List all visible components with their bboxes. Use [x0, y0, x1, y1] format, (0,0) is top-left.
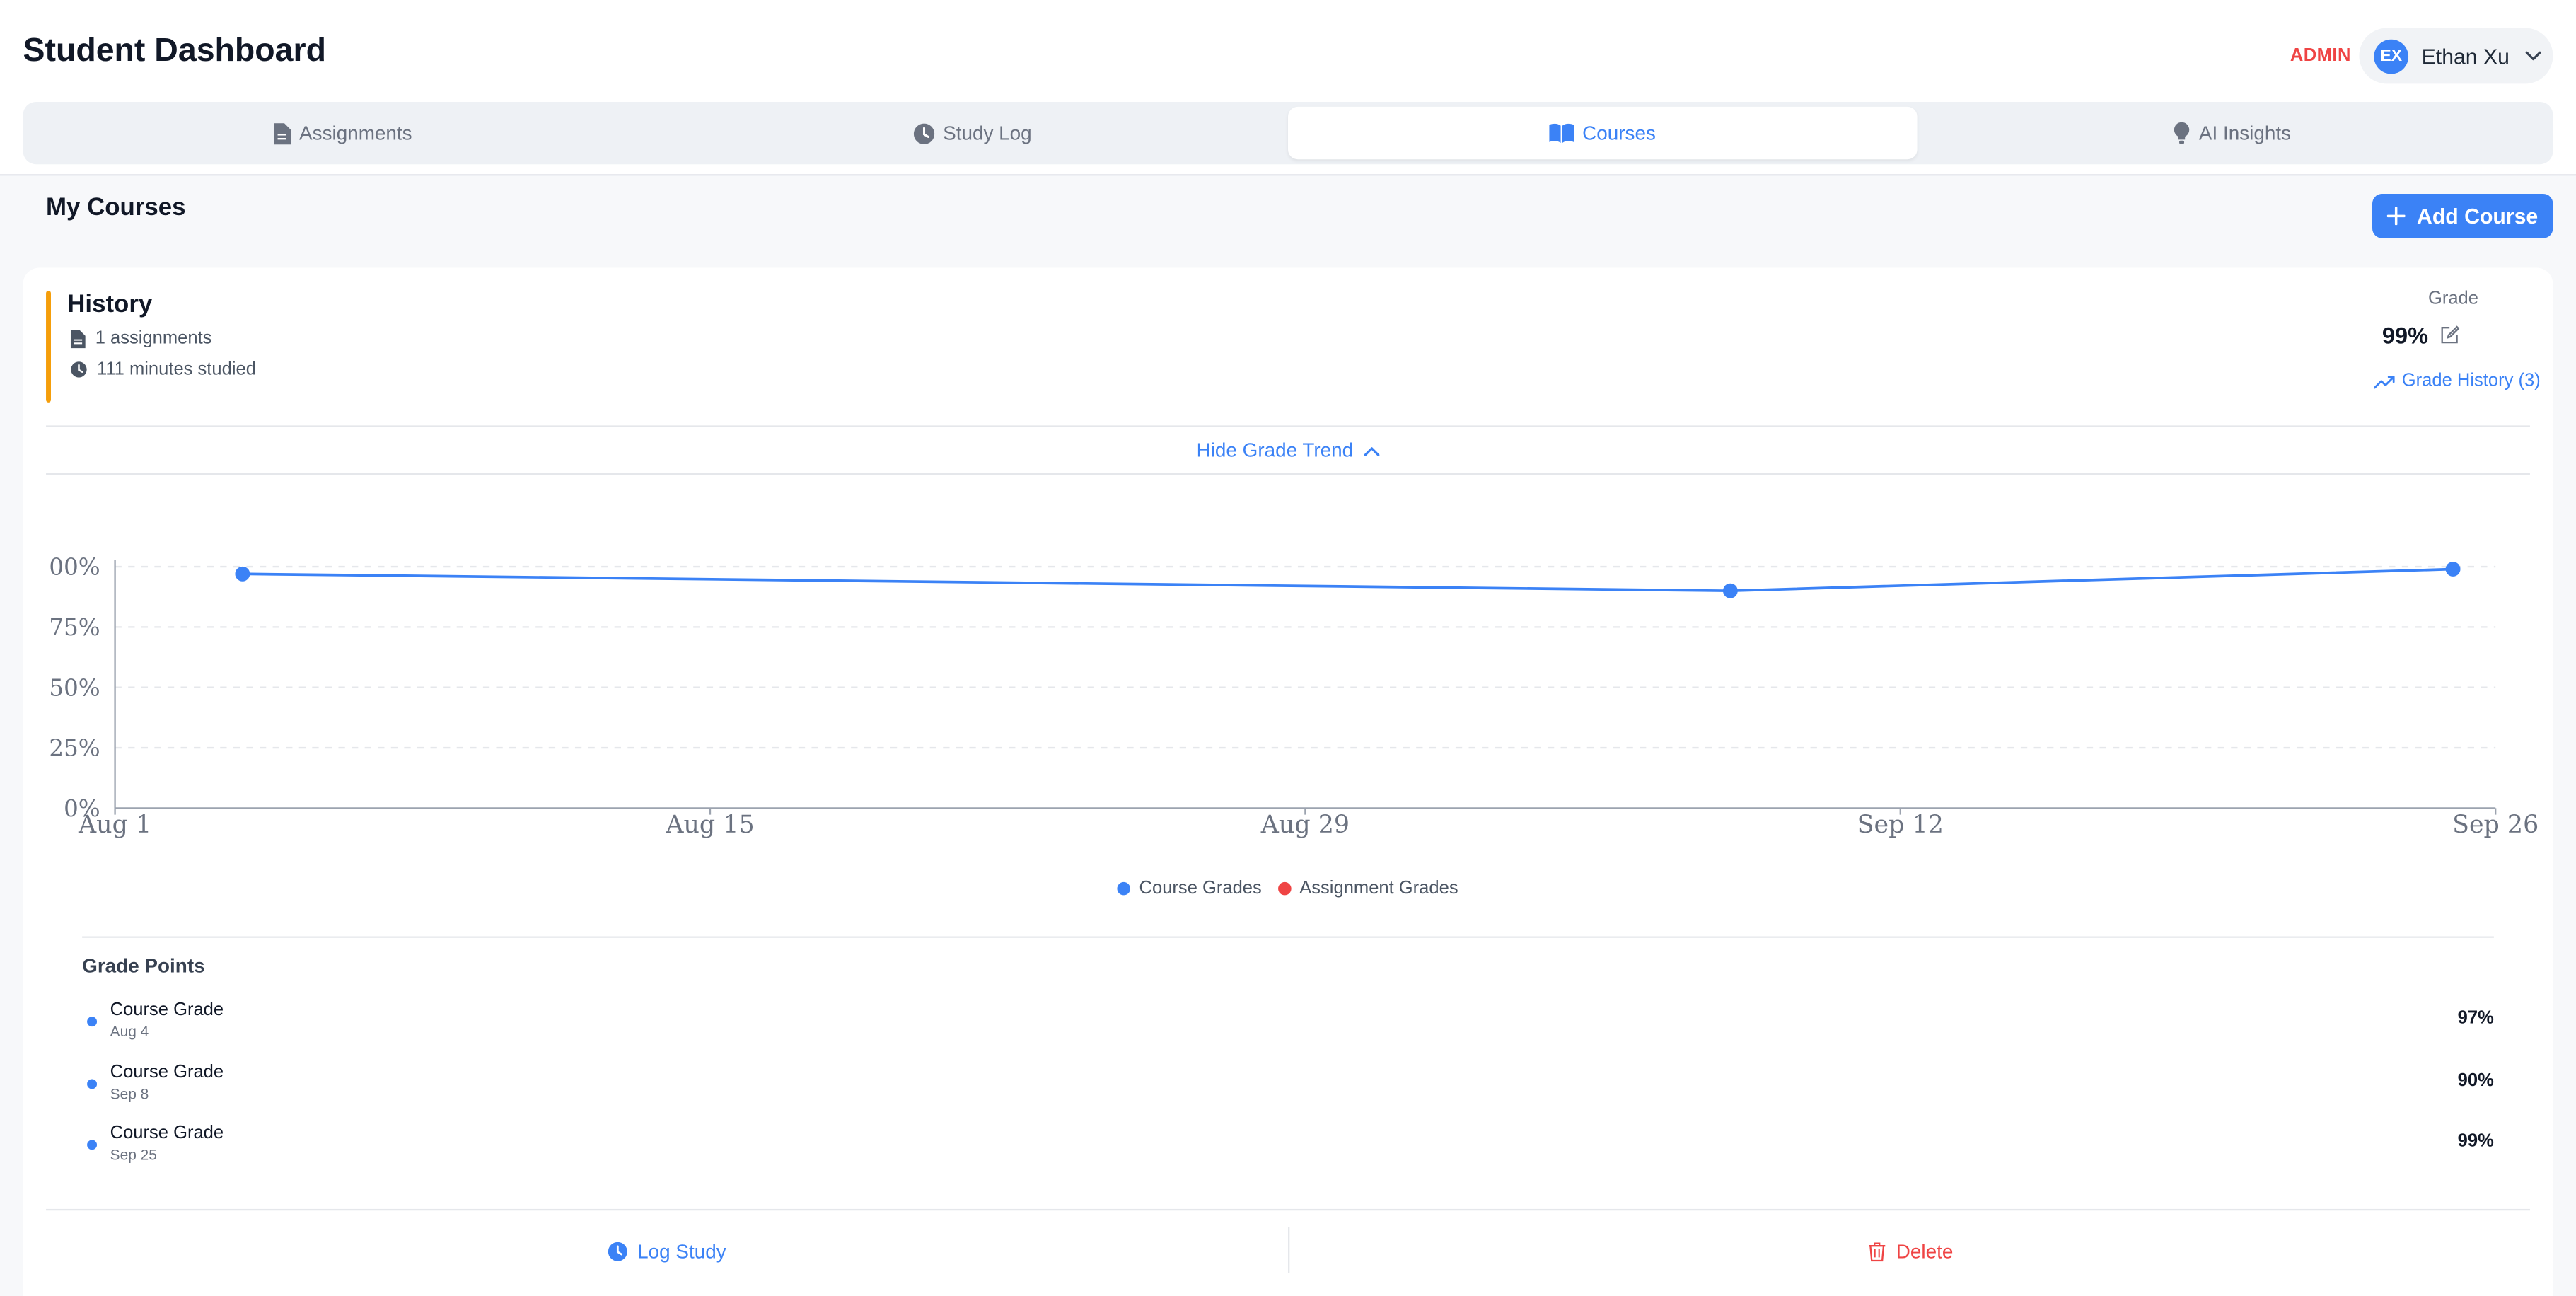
tab-courses[interactable]: Courses — [1287, 106, 1918, 160]
delete-label: Delete — [1896, 1240, 1954, 1263]
tab-label: Study Log — [943, 121, 1032, 145]
chart-legend: Course Grades Assignment Grades — [23, 879, 2553, 898]
user-menu-button[interactable]: EX Ethan Xu — [2359, 28, 2553, 84]
admin-badge: ADMIN — [2290, 46, 2351, 66]
assignments-text: 1 assignments — [95, 328, 212, 349]
legend-label: Assignment Grades — [1299, 879, 1458, 899]
divider — [46, 425, 2530, 427]
y-tick-label: 75% — [49, 614, 100, 641]
course-name: History — [67, 290, 153, 319]
clock-icon — [608, 1242, 627, 1261]
legend-dot — [1278, 881, 1292, 896]
tab-label: AI Insights — [2198, 121, 2292, 145]
divider — [46, 473, 2530, 475]
course-accent-bar — [46, 290, 52, 403]
grade-trend-chart: 00%75%50%25%0%Aug 1 Aug 15 Aug 29 Sep 12 Sep… — [49, 554, 2539, 840]
grade-history-link[interactable]: Grade History (3) — [2374, 371, 2541, 391]
tab-assignments[interactable]: Assignments — [28, 107, 657, 159]
x-tick-label: Aug 29 — [1260, 811, 1350, 839]
tab-label: Assignments — [299, 121, 412, 145]
grade-point-date: Sep 25 — [110, 1146, 157, 1163]
hide-grade-trend-button[interactable]: Hide Grade Trend — [1196, 438, 1380, 462]
clock-icon — [913, 122, 935, 144]
tab-label: Courses — [1582, 121, 1656, 145]
grade-point-row: Course Grade Sep 25 99% — [82, 1123, 2494, 1173]
add-course-label: Add Course — [2417, 203, 2539, 228]
chevron-up-icon — [1363, 446, 1379, 456]
hide-trend-toggle-row: Hide Grade Trend — [23, 438, 2553, 462]
app-title: Student Dashboard — [23, 33, 326, 69]
y-tick-label: 25% — [49, 735, 100, 762]
grade-point-row: Course Grade Aug 4 97% — [82, 1000, 2494, 1050]
log-study-label: Log Study — [637, 1240, 726, 1263]
data-point — [1722, 583, 1738, 598]
course-study-time: 111 minutes studied — [71, 359, 256, 379]
tab-study-log[interactable]: Study Log — [657, 107, 1288, 159]
edit-icon[interactable] — [2439, 325, 2460, 345]
user-name: Ethan Xu — [2421, 43, 2510, 69]
divider — [46, 1208, 2530, 1211]
study-text: 111 minutes studied — [97, 359, 256, 380]
plus-icon — [2387, 207, 2406, 226]
grade-point-dot — [87, 1140, 98, 1150]
legend-dot — [1118, 881, 1131, 896]
app-header: Student Dashboard ADMIN EX Ethan Xu — [0, 0, 2576, 102]
grade-point-name: Course Grade — [110, 1000, 224, 1020]
grade-point-value: 97% — [2457, 1008, 2494, 1029]
clock-icon — [71, 361, 87, 378]
grade-point-date: Aug 4 — [110, 1023, 149, 1040]
grade-point-value: 99% — [2457, 1131, 2494, 1152]
data-point — [235, 566, 250, 582]
x-tick-label: Sep 26 — [2452, 811, 2539, 839]
grade-point-date: Sep 8 — [110, 1085, 149, 1102]
legend-item-course-grades[interactable]: Course Grades — [1118, 879, 1262, 899]
grade-points-title: Grade Points — [82, 954, 205, 978]
grade-point-dot — [87, 1017, 98, 1027]
grade-label: Grade — [2427, 289, 2478, 309]
grade-point-dot — [87, 1079, 98, 1089]
delete-button[interactable]: Delete — [1289, 1227, 2531, 1276]
legend-item-assignment-grades[interactable]: Assignment Grades — [1278, 879, 1458, 898]
document-icon — [70, 329, 86, 348]
tab-bar: Assignments Study Log Courses AI Insight… — [23, 101, 2553, 165]
grade-point-name: Course Grade — [110, 1123, 224, 1144]
x-tick-label: Sep 12 — [1857, 811, 1944, 839]
y-tick-label: 00% — [49, 554, 100, 581]
x-tick-label: Aug 15 — [665, 811, 754, 839]
grade-value: 99% — [2381, 322, 2460, 349]
legend-label: Course Grades — [1139, 879, 1262, 899]
page-title: My Courses — [46, 193, 186, 222]
divider — [82, 936, 2494, 938]
grade-point-row: Course Grade Sep 8 90% — [82, 1063, 2494, 1112]
course-card: History 1 assignments 111 minutes studie… — [23, 267, 2553, 1296]
log-study-button[interactable]: Log Study — [46, 1227, 1288, 1276]
course-assignments-count: 1 assignments — [70, 328, 212, 349]
y-tick-label: 50% — [49, 674, 100, 701]
document-icon — [274, 122, 291, 144]
book-icon — [1549, 123, 1574, 144]
chevron-down-icon — [2524, 51, 2541, 61]
avatar: EX — [2374, 38, 2409, 74]
grade-point-name: Course Grade — [110, 1063, 224, 1083]
grade-value-text: 99% — [2381, 322, 2429, 349]
data-point — [2445, 562, 2461, 577]
grade-point-value: 90% — [2457, 1070, 2494, 1091]
hide-trend-text: Hide Grade Trend — [1196, 438, 1354, 462]
trend-icon — [2374, 375, 2395, 388]
trash-icon — [1869, 1242, 1886, 1262]
series-line — [242, 567, 2454, 593]
x-tick-label: Aug 1 — [78, 811, 151, 839]
grade-history-text: Grade History (3) — [2401, 371, 2541, 391]
lightbulb-icon — [2174, 122, 2191, 144]
tab-ai-insights[interactable]: AI Insights — [1918, 107, 2548, 159]
add-course-button[interactable]: Add Course — [2372, 193, 2553, 238]
